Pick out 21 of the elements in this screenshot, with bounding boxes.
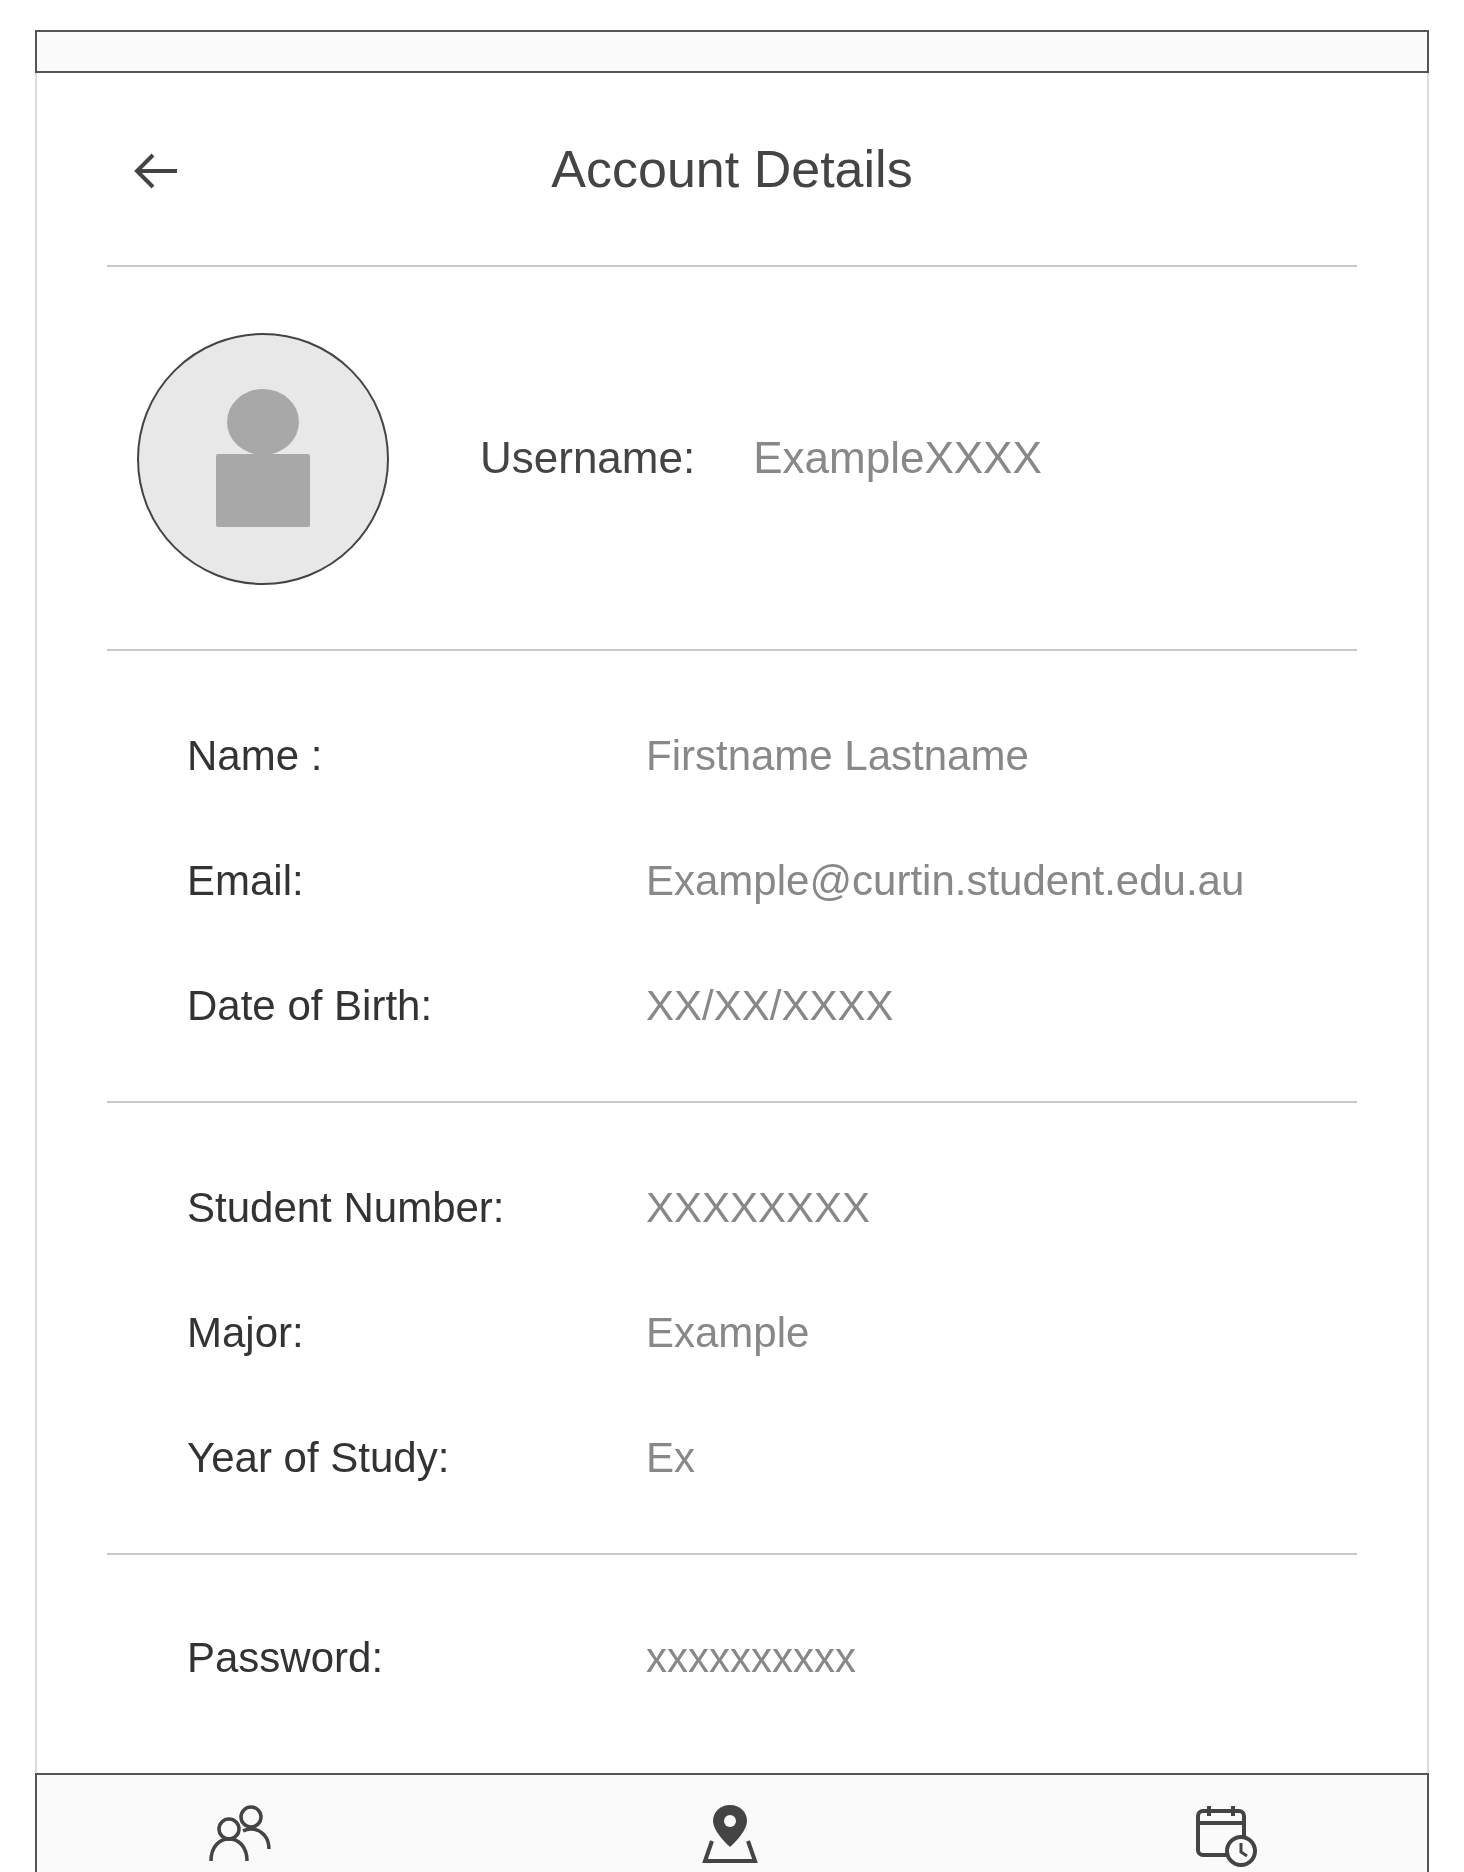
field-label: Email:	[186, 856, 305, 906]
field-value: Ex	[646, 1433, 695, 1483]
map-pin-icon[interactable]	[702, 1803, 758, 1863]
screen-title: Account Details	[551, 139, 913, 200]
username-label: Username:	[480, 432, 696, 484]
field-label: Password:	[186, 1633, 385, 1683]
field-label: Date of Birth:	[186, 981, 434, 1031]
field-label: Student Number:	[186, 1183, 506, 1233]
field-value: Example@curtin.student.edu.au	[646, 856, 1245, 906]
field-label: Name :	[186, 731, 324, 781]
field-value: xxxxxxxxxx	[646, 1633, 856, 1683]
field-value: Example	[646, 1308, 810, 1358]
field-label: Major:	[186, 1308, 305, 1358]
field-value: Firstname Lastname	[646, 731, 1029, 781]
field-value: XXXXXXXX	[646, 1183, 871, 1233]
avatar-icon	[136, 331, 390, 586]
field-value: XX/XX/XXXX	[646, 981, 894, 1031]
calendar-clock-icon[interactable]	[1195, 1803, 1259, 1867]
username-value: ExampleXXXX	[753, 432, 1042, 484]
back-arrow-icon[interactable]	[133, 151, 179, 191]
field-label: Year of Study:	[186, 1433, 451, 1483]
